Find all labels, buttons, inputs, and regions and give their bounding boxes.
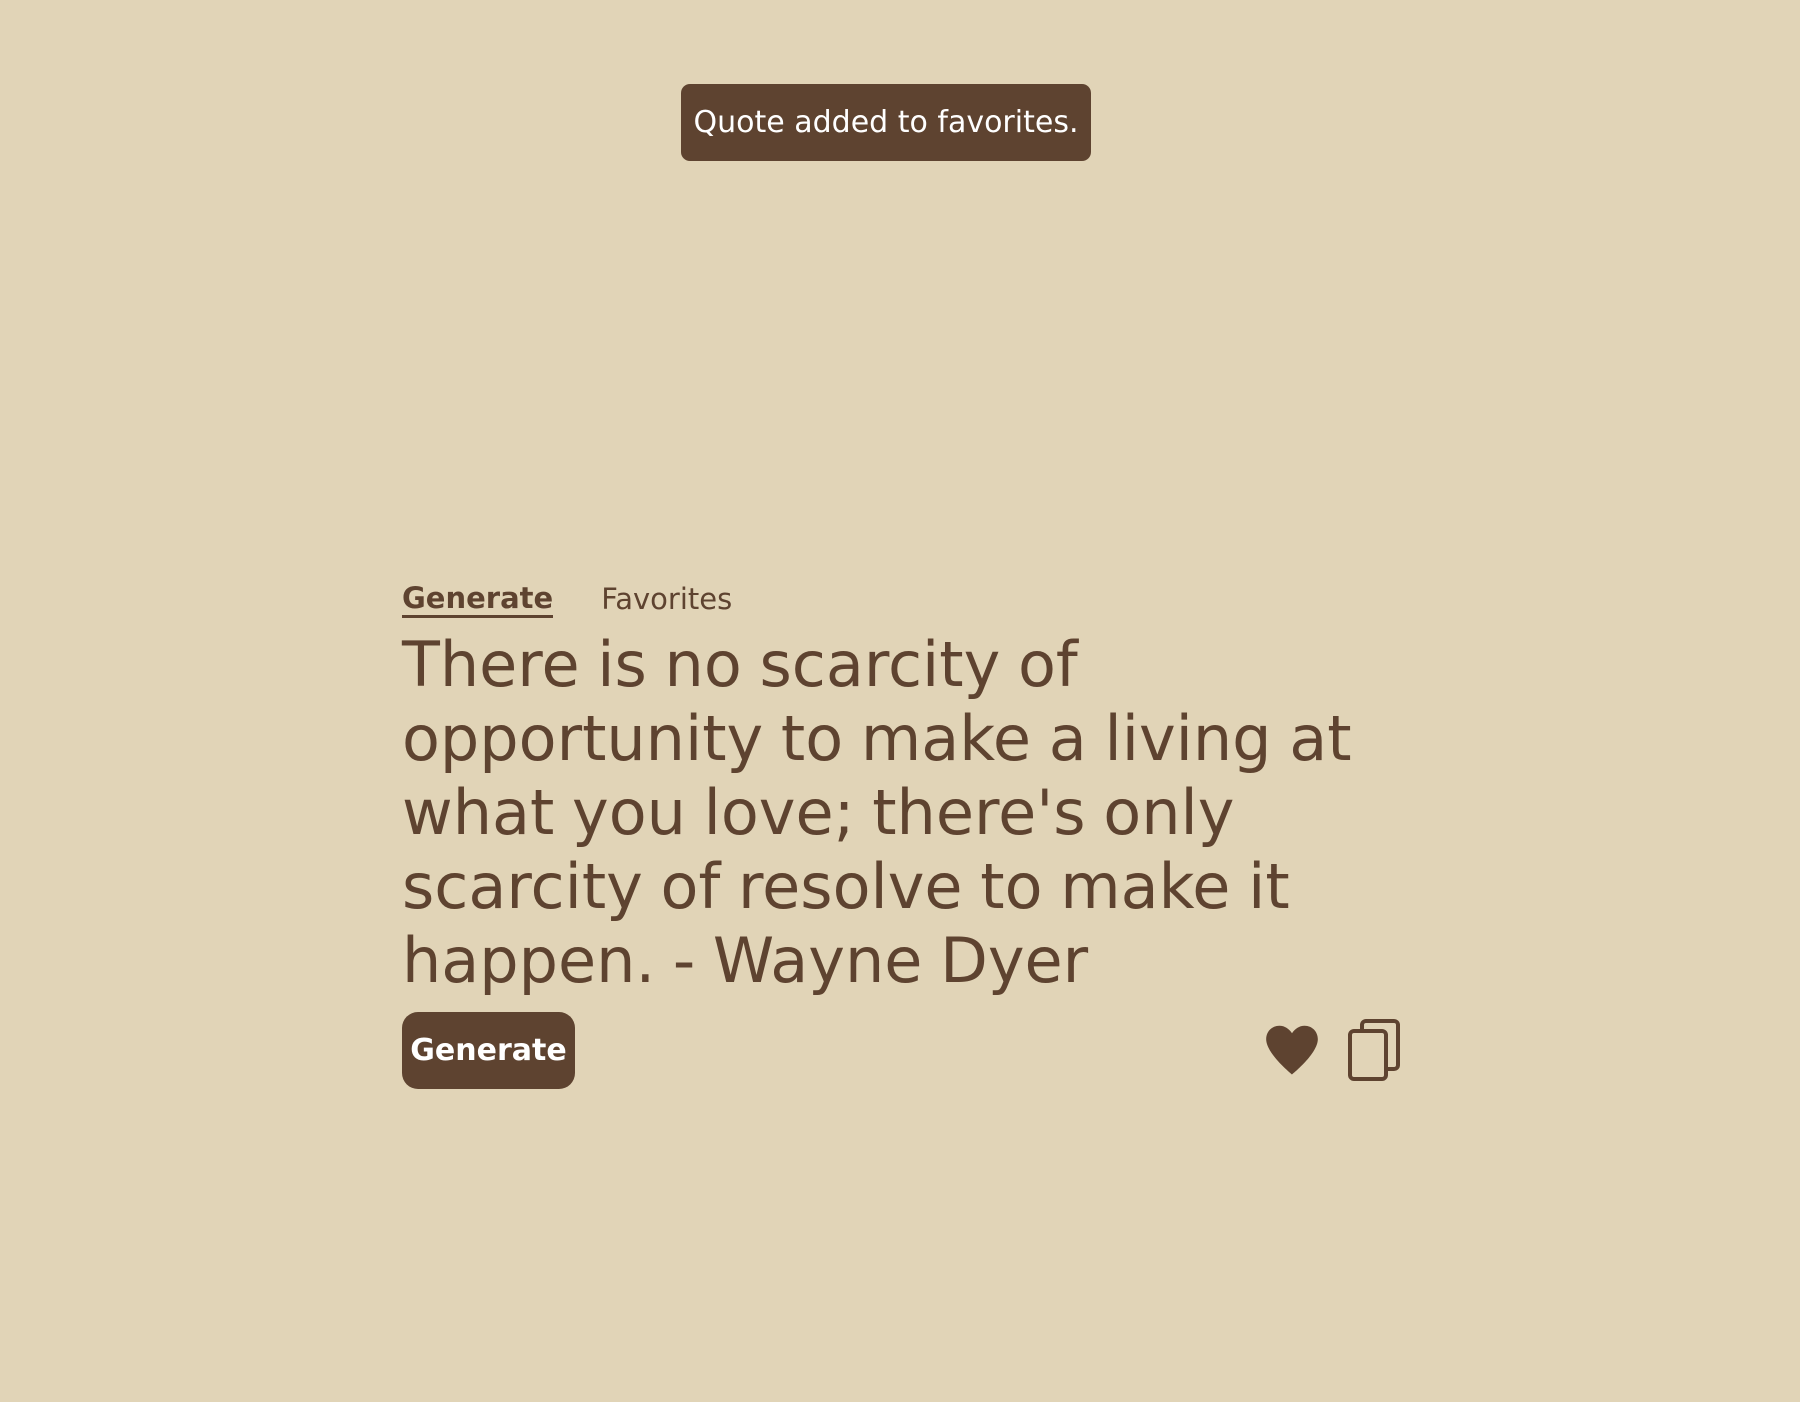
tab-generate[interactable]: Generate [402, 584, 554, 618]
toast-message: Quote added to favorites. [693, 105, 1079, 140]
quote-card: Generate Favorites There is no scarcity … [402, 574, 1402, 1089]
favorite-button[interactable] [1260, 1018, 1324, 1082]
heart-icon [1266, 1025, 1318, 1075]
tab-favorites[interactable]: Favorites [601, 585, 732, 618]
action-bar: Generate [402, 1012, 1402, 1089]
generate-button[interactable]: Generate [402, 1012, 575, 1089]
quote-text: There is no scarcity of opportunity to m… [402, 628, 1352, 997]
toast-notification: Quote added to favorites. [681, 84, 1091, 161]
copy-button[interactable] [1342, 1018, 1406, 1082]
tab-bar: Generate Favorites [402, 574, 1402, 618]
copy-icon [1348, 1019, 1400, 1081]
